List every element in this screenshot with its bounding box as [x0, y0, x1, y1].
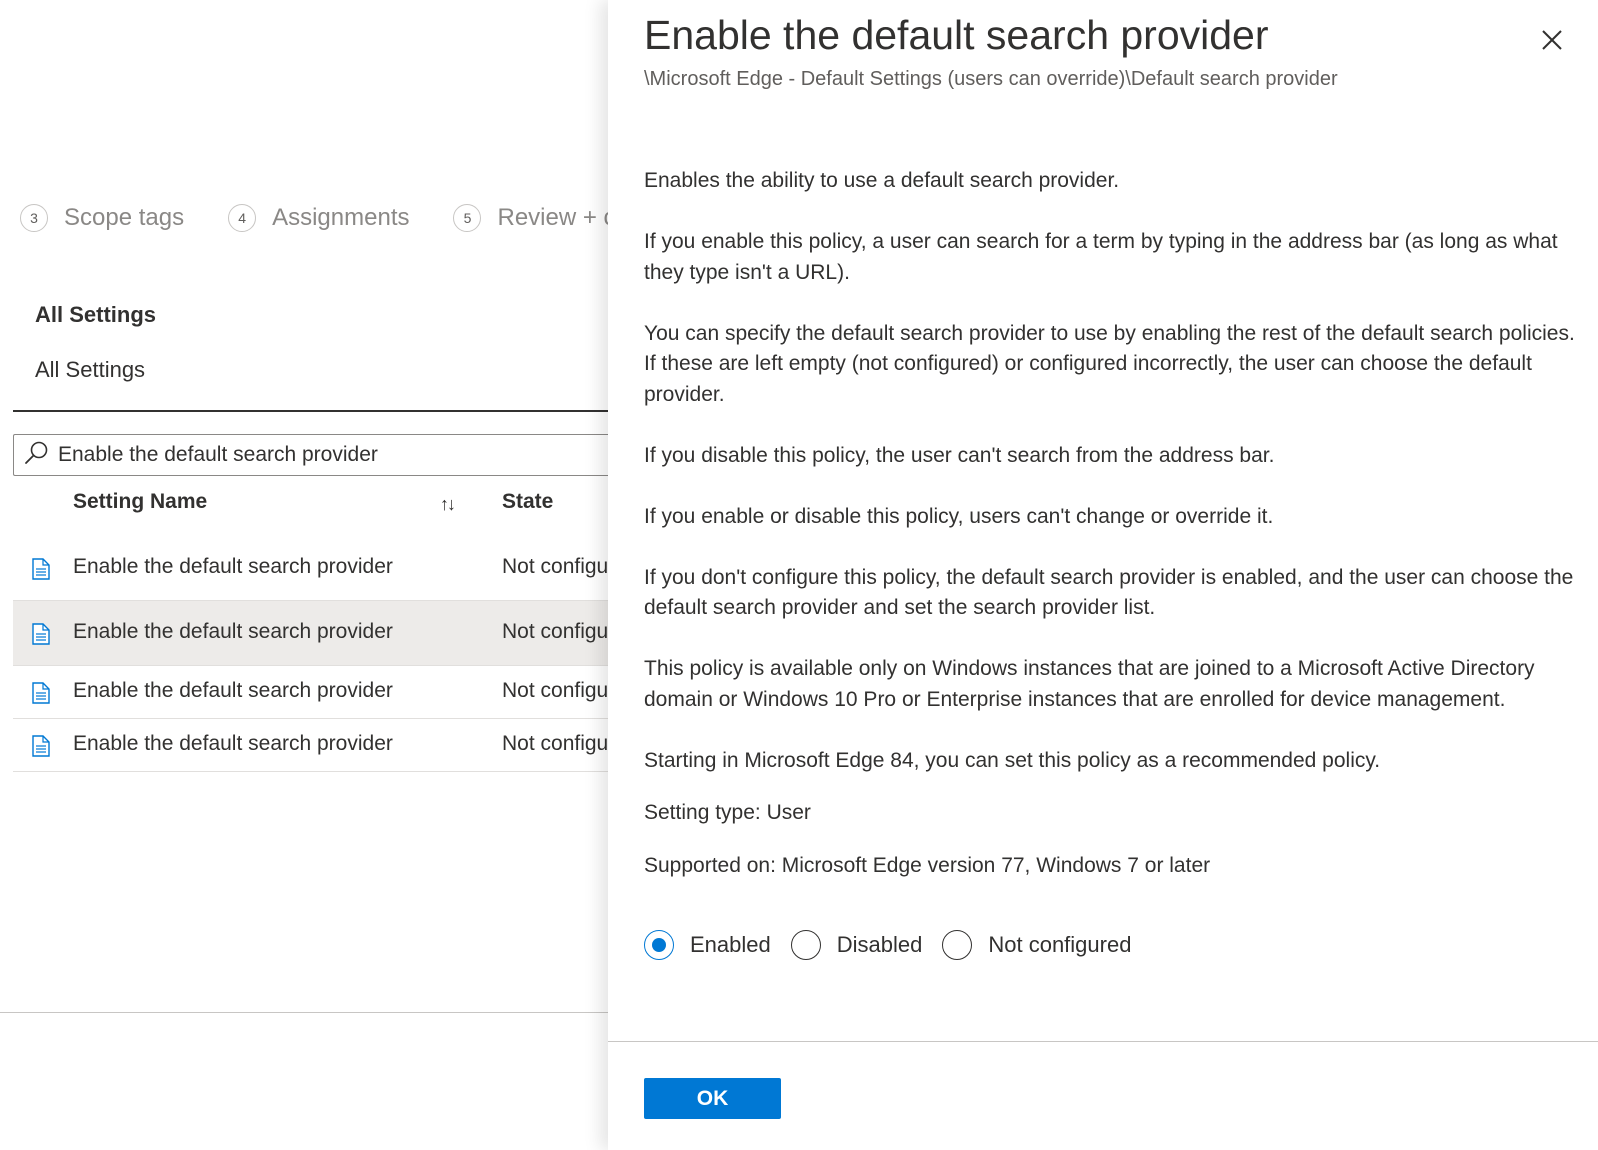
document-icon — [32, 682, 50, 709]
setting-state: Not configu — [502, 620, 609, 643]
step-label: Assignments — [272, 204, 410, 231]
step-assignments[interactable]: 4 Assignments — [228, 204, 409, 232]
radio-disabled[interactable]: Disabled — [790, 930, 923, 960]
description-paragraph: If you enable this policy, a user can se… — [644, 230, 1558, 284]
radio-button-checked[interactable] — [644, 930, 674, 960]
setting-name[interactable]: Enable the default search provider — [73, 679, 393, 703]
ok-button[interactable]: OK — [644, 1078, 781, 1119]
setting-details-panel: Enable the default search provider \Micr… — [608, 0, 1598, 1150]
radio-enabled[interactable]: Enabled — [644, 930, 771, 960]
panel-breadcrumb-path: \Microsoft Edge - Default Settings (user… — [644, 68, 1338, 90]
radio-not-configured[interactable]: Not configured — [942, 930, 1131, 960]
description-paragraph: If you don't configure this policy, the … — [644, 565, 1574, 620]
footer-divider — [0, 1012, 640, 1013]
document-icon — [32, 735, 50, 762]
radio-button[interactable] — [942, 930, 973, 960]
description-paragraph: If you disable this policy, the user can… — [644, 443, 1275, 467]
document-icon — [32, 623, 50, 650]
step-label: Review + c — [497, 204, 616, 231]
sort-ascending-icon[interactable]: ↑↓ — [440, 494, 456, 515]
setting-state: Not configu — [502, 679, 609, 702]
description-paragraph: You can specify the default search provi… — [644, 321, 1575, 406]
description-paragraph: If you enable or disable this policy, us… — [644, 504, 1274, 528]
supported-on: Supported on: Microsoft Edge version 77,… — [644, 853, 1211, 877]
table-row[interactable]: Enable the default search provider Not c… — [13, 537, 653, 601]
setting-type: Setting type: User — [644, 801, 811, 824]
search-icon — [14, 440, 50, 471]
step-review-create[interactable]: 5 Review + c — [453, 204, 616, 232]
search-input[interactable] — [58, 443, 618, 467]
setting-description: Enables the ability to use a default sea… — [644, 166, 1584, 903]
setting-name[interactable]: Enable the default search provider — [73, 555, 393, 579]
setting-name[interactable]: Enable the default search provider — [73, 620, 393, 644]
setting-name[interactable]: Enable the default search provider — [73, 732, 393, 756]
column-header-state[interactable]: State — [502, 490, 553, 530]
radio-label[interactable]: Enabled — [690, 932, 771, 958]
radio-label[interactable]: Disabled — [837, 932, 923, 958]
panel-footer-divider — [608, 1041, 1598, 1042]
column-header-setting-name[interactable]: Setting Name — [73, 490, 207, 530]
description-paragraph: Starting in Microsoft Edge 84, you can s… — [644, 748, 1381, 772]
configuration-radio-group: Enabled Disabled Not configured — [644, 930, 1151, 960]
radio-dot — [652, 938, 666, 952]
setting-state: Not configu — [502, 555, 609, 578]
wizard-steps: 3 Scope tags 4 Assignments 5 Review + c — [20, 204, 660, 232]
description-paragraph: Enables the ability to use a default sea… — [644, 169, 1120, 192]
step-scope-tags[interactable]: 3 Scope tags — [20, 204, 184, 232]
panel-title: Enable the default search provider — [644, 12, 1269, 58]
step-number: 4 — [228, 204, 257, 232]
setting-state: Not configu — [502, 732, 609, 755]
step-label: Scope tags — [64, 204, 185, 231]
radio-label[interactable]: Not configured — [988, 932, 1131, 958]
document-icon — [32, 558, 50, 585]
description-paragraph: This policy is available only on Windows… — [644, 657, 1535, 711]
radio-button[interactable] — [790, 930, 821, 960]
search-box[interactable] — [13, 434, 653, 476]
table-row[interactable]: Enable the default search provider Not c… — [13, 601, 653, 666]
settings-page: 3 Scope tags 4 Assignments 5 Review + c … — [0, 0, 653, 1150]
step-number: 5 — [453, 204, 482, 232]
table-row[interactable]: Enable the default search provider Not c… — [13, 719, 653, 772]
section-subtitle: All Settings — [35, 357, 146, 382]
section-title: All Settings — [35, 302, 157, 327]
step-number: 3 — [20, 204, 48, 232]
section-divider — [13, 410, 653, 412]
table-row[interactable]: Enable the default search provider Not c… — [13, 666, 653, 719]
close-icon[interactable] — [1538, 26, 1566, 54]
